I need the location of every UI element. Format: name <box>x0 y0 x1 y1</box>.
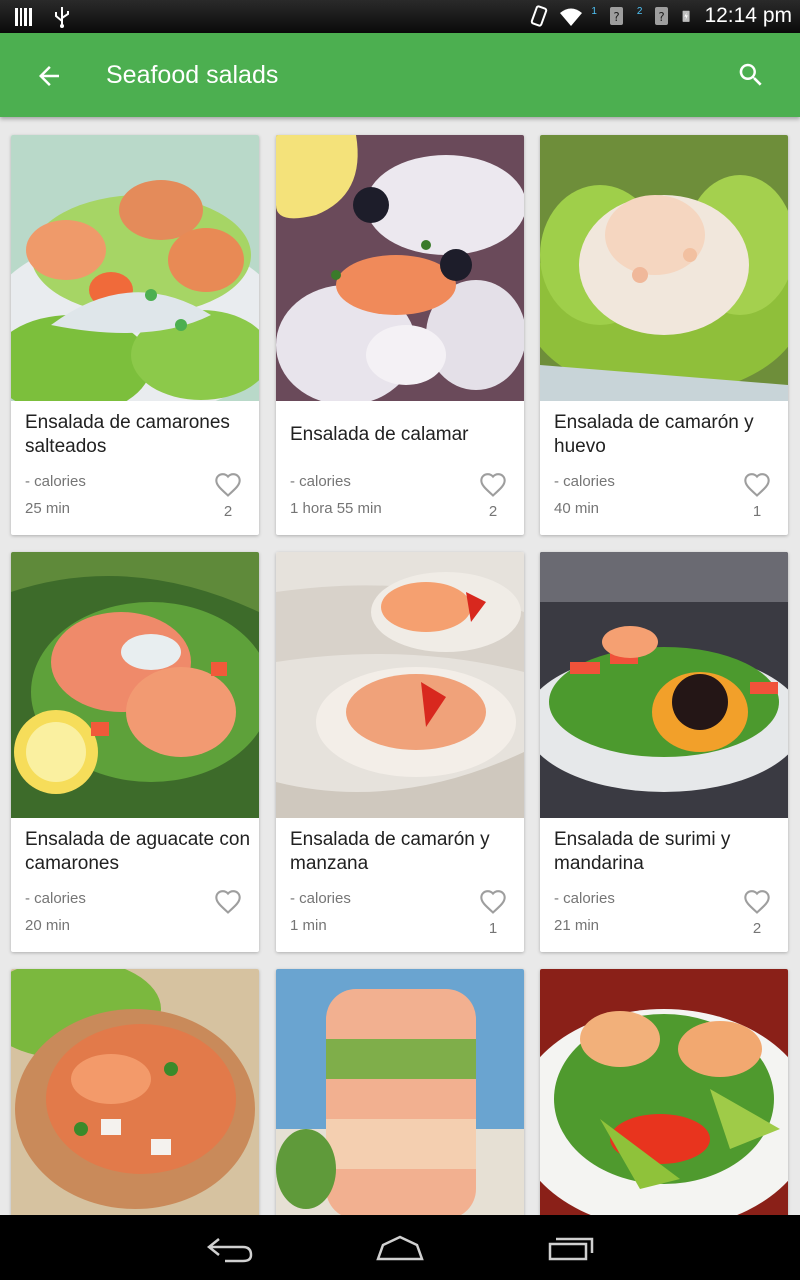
status-bar: 1 ? 2 ? 12:14 pm <box>0 0 800 33</box>
recipe-calories: - calories <box>25 473 86 490</box>
recipe-name: Ensalada de camarones salteados <box>25 412 230 457</box>
recipe-card[interactable]: Ensalada de calamar - calories 1 hora 55… <box>276 135 524 535</box>
recipe-calories: - calories <box>290 890 351 907</box>
likes-count: 1 <box>752 503 762 520</box>
recents-nav-icon[interactable] <box>545 1233 595 1263</box>
recipe-card[interactable]: Ensalada de camarón y manzana - calories… <box>276 552 524 952</box>
recipe-photo <box>540 969 788 1215</box>
page-title: Seafood salads <box>106 61 279 89</box>
recipe-photo <box>11 135 259 401</box>
recipe-photo <box>11 552 259 818</box>
recipe-card[interactable] <box>276 969 524 1215</box>
home-nav-icon[interactable] <box>375 1233 425 1263</box>
recipe-card[interactable] <box>11 969 259 1215</box>
likes-count: 2 <box>223 503 233 520</box>
recipe-time: 40 min <box>554 500 600 517</box>
heart-icon[interactable] <box>213 471 243 499</box>
svg-text:?: ? <box>659 10 665 24</box>
vibrate-icon <box>531 5 548 27</box>
likes-count: 2 <box>488 503 498 520</box>
recipe-card[interactable] <box>540 969 788 1215</box>
heart-icon[interactable] <box>742 471 772 499</box>
recipe-calories: - calories <box>290 473 351 490</box>
recipe-card[interactable]: Ensalada de camarón y huevo - calories 4… <box>540 135 788 535</box>
recipe-calories: - calories <box>25 890 86 907</box>
recipe-time: 1 min <box>290 917 327 934</box>
recipe-grid: Ensalada de camarones salteados - calori… <box>0 117 800 1215</box>
heart-icon[interactable] <box>213 888 243 916</box>
recipe-name: Ensalada de calamar <box>290 424 469 445</box>
heart-icon[interactable] <box>478 888 508 916</box>
arrow-back-icon[interactable] <box>34 61 64 91</box>
heart-icon[interactable] <box>742 888 772 916</box>
recipe-card[interactable]: Ensalada de surimi y mandarina - calorie… <box>540 552 788 952</box>
recipe-time: 25 min <box>25 500 71 517</box>
recipe-time: 1 hora 55 min <box>290 500 382 517</box>
heart-icon[interactable] <box>478 471 508 499</box>
no-sim-icon: ? <box>609 7 623 25</box>
recipe-photo <box>276 969 524 1215</box>
recipe-card[interactable]: Ensalada de aguacate con camarones - cal… <box>11 552 259 952</box>
recipe-calories: - calories <box>554 473 615 490</box>
no-sim-icon: ? <box>655 7 669 25</box>
usb-icon <box>55 7 69 28</box>
recipe-photo <box>11 969 259 1215</box>
back-nav-icon[interactable] <box>205 1233 255 1263</box>
recipe-calories: - calories <box>554 890 615 907</box>
wifi-icon <box>560 8 583 26</box>
recipe-time: 21 min <box>554 917 600 934</box>
app-bar: Seafood salads <box>0 33 800 117</box>
sim2-label: 2 <box>636 5 643 17</box>
search-icon[interactable] <box>736 60 766 90</box>
recipe-name: Ensalada de surimi y mandarina <box>554 829 731 874</box>
recipe-time: 20 min <box>25 917 71 934</box>
barcode-icon <box>15 8 32 26</box>
svg-text:?: ? <box>613 10 619 24</box>
recipe-photo <box>276 552 524 818</box>
sim1-label: 1 <box>591 5 597 17</box>
recipe-photo <box>540 552 788 818</box>
likes-count: 1 <box>488 920 498 937</box>
clock: 12:14 pm <box>704 4 792 27</box>
recipe-card[interactable]: Ensalada de camarones salteados - calori… <box>11 135 259 535</box>
recipe-photo <box>540 135 788 401</box>
navigation-bar <box>0 1215 800 1280</box>
recipe-name: Ensalada de camarón y huevo <box>554 412 754 457</box>
recipe-name: Ensalada de aguacate con camarones <box>25 829 251 874</box>
recipe-name: Ensalada de camarón y manzana <box>290 829 490 874</box>
likes-count: 2 <box>752 920 762 937</box>
recipe-photo <box>276 135 524 401</box>
battery-charging-icon <box>683 10 691 22</box>
